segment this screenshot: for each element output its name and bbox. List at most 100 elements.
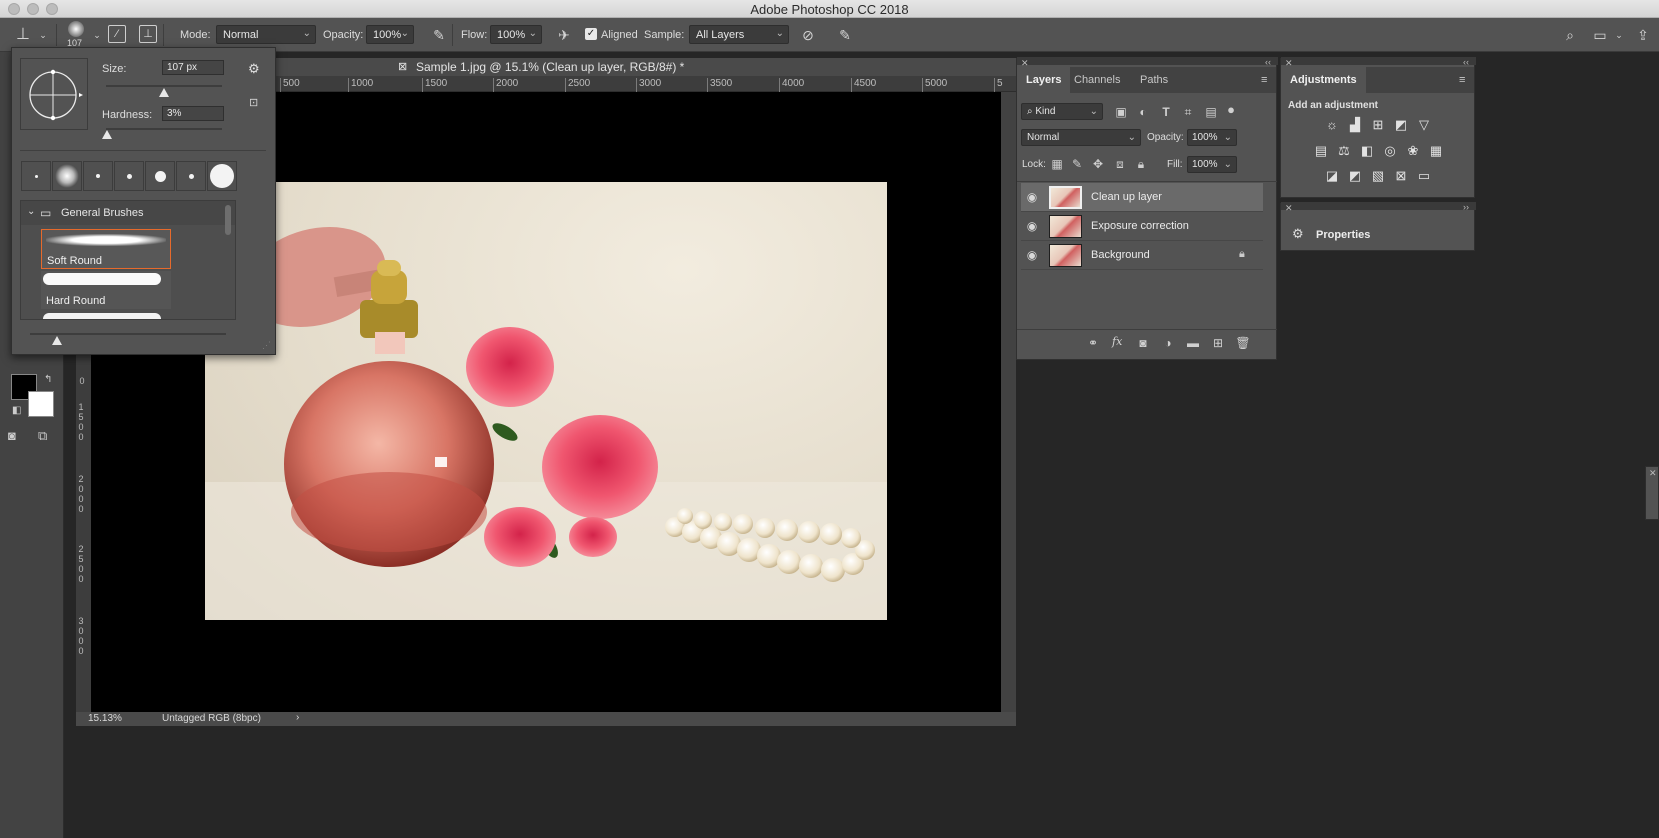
properties-title[interactable]: Properties <box>1316 229 1370 241</box>
close-icon[interactable]: ✕ <box>1285 203 1293 214</box>
brush-group-header[interactable]: ⌄ ▭ General Brushes <box>21 201 235 225</box>
size-slider-thumb[interactable] <box>159 88 169 97</box>
collapse-icon[interactable]: ‹‹ <box>1463 57 1469 67</box>
filter-pixel-icon[interactable]: ▣ <box>1113 104 1129 120</box>
tool-preset-chevron-icon[interactable]: ⌄ <box>34 26 52 44</box>
lock-image-icon[interactable]: ✎ <box>1069 156 1085 172</box>
levels-icon[interactable]: ▟ <box>1347 118 1363 132</box>
lock-transparent-icon[interactable]: ▦ <box>1049 156 1065 172</box>
collapsed-panel-dock[interactable]: ✕ <box>1645 466 1659 520</box>
color-lookup-icon[interactable]: ▦ <box>1428 144 1444 158</box>
chevron-down-icon[interactable]: ⌄ <box>27 206 35 217</box>
document-image[interactable] <box>205 182 887 620</box>
curves-icon[interactable]: ⊞ <box>1370 118 1386 132</box>
layer-opacity-field[interactable]: 100% ⌄ <box>1187 129 1237 146</box>
close-icon[interactable]: ✕ <box>1649 468 1657 479</box>
gear-icon[interactable]: ⚙ <box>248 61 260 77</box>
threshold-icon[interactable]: ▧ <box>1370 169 1386 183</box>
workspace-icon[interactable]: ▭ <box>1591 26 1609 44</box>
vibrance-icon[interactable]: ▽ <box>1416 118 1432 132</box>
add-mask-icon[interactable]: ◙ <box>1135 335 1151 351</box>
preview-size-thumb[interactable] <box>52 336 62 345</box>
new-layer-icon[interactable]: ⊞ <box>1210 335 1226 351</box>
ignore-adjustment-layers-icon[interactable]: ⊘ <box>799 26 817 44</box>
filter-shape-icon[interactable]: ⌗ <box>1180 104 1196 120</box>
chevron-down-icon[interactable]: ⌄ <box>1610 26 1628 44</box>
hardness-input[interactable]: 3% <box>162 106 224 121</box>
mode-select[interactable]: Normal ⌄ <box>216 25 316 44</box>
status-menu-arrow[interactable]: › <box>296 712 299 723</box>
brightness-contrast-icon[interactable]: ☼ <box>1324 118 1340 132</box>
brush-tip-4[interactable] <box>114 161 144 191</box>
eye-icon[interactable]: ◉ <box>1025 219 1039 233</box>
new-adjustment-layer-icon[interactable]: ◑ <box>1160 335 1176 351</box>
brush-list[interactable]: ⌄ ▭ General Brushes Soft Round Hard Roun… <box>20 200 236 320</box>
selective-color-icon[interactable]: ⊠ <box>1393 169 1409 183</box>
new-group-icon[interactable]: ▬ <box>1185 335 1201 351</box>
layer-row-background[interactable]: ◉ Background 🔒︎ <box>1021 241 1263 270</box>
brush-tip-3[interactable] <box>83 161 113 191</box>
flow-field[interactable]: 100% ⌄ <box>490 25 542 44</box>
filter-smart-object-icon[interactable]: ▤ <box>1203 104 1219 120</box>
invert-icon[interactable]: ◪ <box>1324 169 1340 183</box>
brush-item-soft-round[interactable]: Soft Round <box>41 229 171 269</box>
resize-grip-icon[interactable]: ⋰ <box>262 340 271 351</box>
lock-position-icon[interactable]: ✥ <box>1090 156 1106 172</box>
posterize-icon[interactable]: ◩ <box>1347 169 1363 183</box>
layer-row-exposure-correction[interactable]: ◉ Exposure correction <box>1021 212 1263 241</box>
layer-row-clean-up[interactable]: ◉ Clean up layer <box>1021 183 1263 212</box>
panel-menu-icon[interactable]: ≡ <box>1261 74 1267 86</box>
brush-preview-icon[interactable] <box>68 21 84 37</box>
brush-tip-6[interactable] <box>176 161 206 191</box>
brush-tip-2[interactable] <box>52 161 82 191</box>
search-icon[interactable]: ⌕ <box>1561 26 1579 44</box>
brush-tip-1[interactable] <box>21 161 51 191</box>
quick-mask-icon[interactable]: ◙ <box>8 428 16 443</box>
brush-list-scrollbar[interactable] <box>225 205 231 235</box>
pressure-opacity-icon[interactable]: ✎ <box>430 26 448 44</box>
color-balance-icon[interactable]: ⚖ <box>1336 144 1352 158</box>
opacity-field[interactable]: 100% ⌄ <box>366 25 414 44</box>
new-preset-icon[interactable]: ⊡ <box>249 96 258 109</box>
hardness-slider-thumb[interactable] <box>102 130 112 139</box>
lock-all-icon[interactable]: 🔒︎ <box>1133 156 1149 172</box>
aligned-checkbox[interactable]: ✓ <box>585 28 597 40</box>
channel-mixer-icon[interactable]: ❀ <box>1405 144 1421 158</box>
airbrush-icon[interactable]: ✈ <box>555 26 573 44</box>
size-slider-track[interactable] <box>106 85 222 87</box>
hue-saturation-icon[interactable]: ▤ <box>1313 144 1329 158</box>
size-input[interactable]: 107 px <box>162 60 224 75</box>
clone-stamp-icon[interactable]: ⊥ <box>14 26 32 44</box>
fx-icon[interactable]: fx <box>1112 335 1122 348</box>
gradient-map-icon[interactable]: ▭ <box>1416 169 1432 183</box>
share-icon[interactable]: ⇪ <box>1634 26 1652 44</box>
brush-tip-5[interactable] <box>145 161 175 191</box>
clone-source-icon[interactable]: ⊥ <box>139 25 157 43</box>
black-white-icon[interactable]: ◧ <box>1359 144 1375 158</box>
close-document-icon[interactable]: ⊠ <box>398 60 407 73</box>
blend-mode-select[interactable]: Normal ⌄ <box>1021 129 1141 146</box>
swap-colors-icon[interactable]: ↰ <box>44 374 52 385</box>
filter-type-icon[interactable]: T <box>1158 104 1174 120</box>
brush-picker-chevron-icon[interactable]: ⌄ <box>88 26 106 44</box>
zoom-level[interactable]: 15.13% <box>88 713 122 724</box>
filter-adjustment-icon[interactable]: ◐ <box>1135 104 1151 120</box>
tab-channels[interactable]: Channels <box>1065 67 1129 93</box>
eye-icon[interactable]: ◉ <box>1025 248 1039 262</box>
tab-paths[interactable]: Paths <box>1131 67 1177 93</box>
tab-layers[interactable]: Layers <box>1017 67 1071 93</box>
exposure-icon[interactable]: ◩ <box>1393 118 1409 132</box>
pressure-size-icon[interactable]: ✎ <box>836 26 854 44</box>
tab-adjustments[interactable]: Adjustments <box>1281 67 1366 93</box>
brush-item-hard-round[interactable]: Hard Round <box>41 271 171 309</box>
collapse-icon[interactable]: ‹‹ <box>1265 57 1271 67</box>
lock-artboard-icon[interactable]: ⧈ <box>1112 156 1128 172</box>
trash-icon[interactable]: 🗑︎ <box>1235 335 1251 351</box>
link-layers-icon[interactable]: ⚭ <box>1085 335 1101 351</box>
screen-mode-icon[interactable]: ⧉ <box>38 428 47 444</box>
fill-field[interactable]: 100% ⌄ <box>1187 156 1237 173</box>
default-colors-icon[interactable]: ◧ <box>12 405 21 416</box>
layer-filter-select[interactable]: ⌕ Kind ⌄ <box>1021 103 1103 120</box>
panel-menu-icon[interactable]: ≡ <box>1459 74 1465 86</box>
brush-settings-icon[interactable]: ⁄ <box>108 25 126 43</box>
